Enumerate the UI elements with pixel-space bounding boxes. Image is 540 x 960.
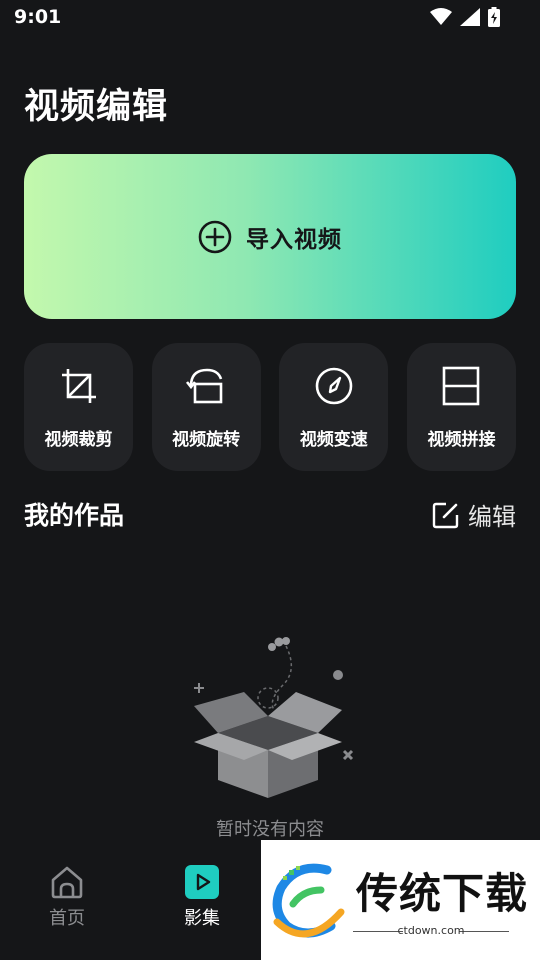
edit-icon <box>432 502 459 528</box>
tab-home[interactable]: 首页 <box>22 864 112 930</box>
import-video-label: 导入视频 <box>246 226 342 253</box>
status-bar: 9:01 <box>0 0 540 36</box>
tool-label: 视频拼接 <box>427 430 496 450</box>
empty-state-text: 暂时没有内容 <box>216 819 324 840</box>
tab-films[interactable]: 影集 <box>157 864 247 930</box>
tool-label: 视频裁剪 <box>44 430 113 450</box>
status-time: 9:01 <box>14 6 62 28</box>
watermark-url: ctdown.com <box>397 924 465 937</box>
tool-rotate-button[interactable]: 视频旋转 <box>151 343 261 471</box>
tool-join-button[interactable]: 视频拼接 <box>406 343 516 471</box>
play-square-icon <box>185 865 219 899</box>
watermark-brand: 传统下载 <box>356 869 529 918</box>
page-title: 视频编辑 <box>24 87 169 127</box>
tab-label: 首页 <box>49 908 85 929</box>
my-works-heading: 我的作品 <box>24 501 125 530</box>
edit-label: 编辑 <box>468 503 516 531</box>
watermark-logo-icon <box>272 863 345 938</box>
rotate-icon <box>186 368 223 404</box>
empty-box-illustration <box>194 637 354 798</box>
split-layout-icon <box>443 366 480 406</box>
tool-label: 视频旋转 <box>172 430 241 450</box>
import-video-button[interactable]: 导入视频 <box>24 154 516 319</box>
tool-speed-button[interactable]: 视频变速 <box>279 343 389 471</box>
tools-row: 视频裁剪 视频旋转 视频变速 视频拼接 <box>24 343 516 471</box>
signal-icon <box>460 8 480 26</box>
tool-label: 视频变速 <box>299 430 368 450</box>
edit-works-button[interactable]: 编辑 <box>432 497 516 532</box>
crop-icon <box>61 369 96 403</box>
tab-label: 影集 <box>184 908 220 929</box>
home-icon <box>51 866 83 899</box>
wifi-icon <box>430 8 452 25</box>
status-icons <box>430 7 500 27</box>
battery-charging-icon <box>488 7 500 27</box>
watermark-logo: 传统下载 ctdown.com <box>261 840 540 960</box>
tool-crop-button[interactable]: 视频裁剪 <box>24 343 133 471</box>
speed-gauge-icon <box>315 367 353 405</box>
plus-circle-icon <box>198 220 232 253</box>
